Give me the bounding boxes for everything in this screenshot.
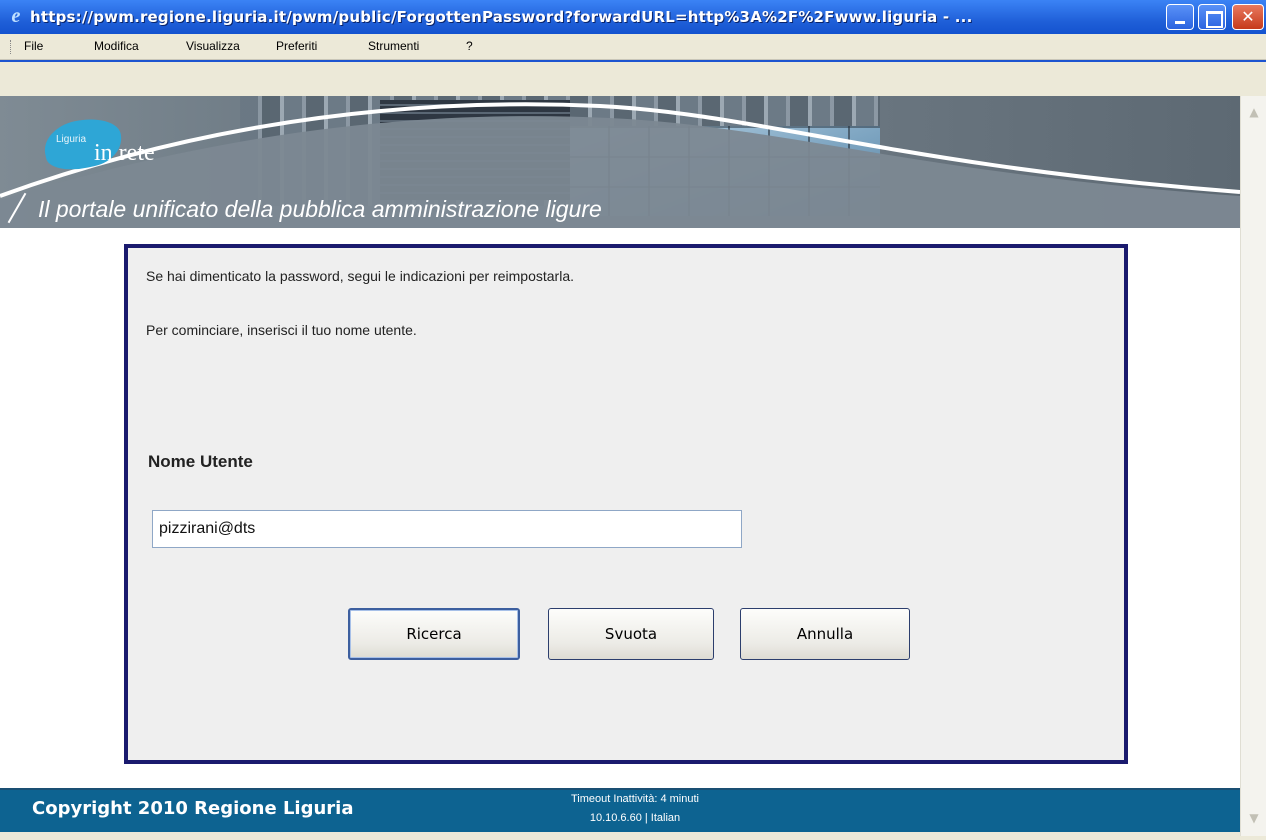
page-footer: Copyright 2010 Regione Liguria Timeout I…	[0, 788, 1240, 832]
menu-help[interactable]: ?	[466, 39, 473, 53]
cancel-button[interactable]: Annulla	[740, 608, 910, 660]
timeout-text: Timeout Inattività: 4 minuti	[571, 793, 699, 805]
window-title: https://pwm.regione.liguria.it/pwm/publi…	[30, 8, 973, 26]
menu-preferiti[interactable]: Preferiti	[276, 39, 317, 53]
menu-strumenti[interactable]: Strumenti	[368, 39, 419, 53]
close-icon: ✕	[1241, 7, 1255, 26]
menu-visualizza[interactable]: Visualizza	[186, 39, 240, 53]
maximize-icon	[1199, 5, 1225, 29]
scroll-down-icon[interactable]: ▼	[1244, 808, 1264, 828]
minimize-button[interactable]	[1166, 4, 1194, 30]
username-label: Nome Utente	[148, 452, 253, 471]
maximize-button[interactable]	[1198, 4, 1226, 30]
header-banner: Liguria in rete Il portale unificato del…	[0, 96, 1240, 228]
toolbar-grip[interactable]	[10, 40, 13, 54]
logo-small-text: Liguria	[56, 134, 87, 145]
scroll-up-icon[interactable]: ▲	[1244, 102, 1264, 122]
menu-file[interactable]: File	[24, 39, 43, 53]
minimize-icon	[1167, 5, 1193, 29]
forgotten-password-panel: Se hai dimenticato la password, segui le…	[124, 244, 1128, 764]
banner-tagline: Il portale unificato della pubblica ammi…	[38, 196, 602, 222]
menu-bar: File Modifica Visualizza Preferiti Strum…	[0, 34, 1266, 60]
close-button[interactable]: ✕	[1232, 4, 1264, 30]
menu-modifica[interactable]: Modifica	[94, 39, 139, 53]
page-viewport: Liguria in rete Il portale unificato del…	[0, 96, 1240, 832]
copyright-text: Copyright 2010 Regione Liguria	[32, 798, 354, 819]
server-info-text: 10.10.6.60 | Italian	[589, 812, 681, 824]
instruction-message: Per cominciare, inserisci il tuo nome ut…	[146, 322, 417, 338]
clear-button[interactable]: Svuota	[548, 608, 714, 660]
search-button[interactable]: Ricerca	[348, 608, 520, 660]
vertical-scrollbar[interactable]: ▲ ▼	[1240, 96, 1266, 836]
intro-message: Se hai dimenticato la password, segui le…	[146, 268, 574, 284]
ie-icon: e	[11, 5, 21, 27]
logo-main-text: in rete	[94, 140, 155, 166]
username-input[interactable]	[152, 510, 742, 548]
